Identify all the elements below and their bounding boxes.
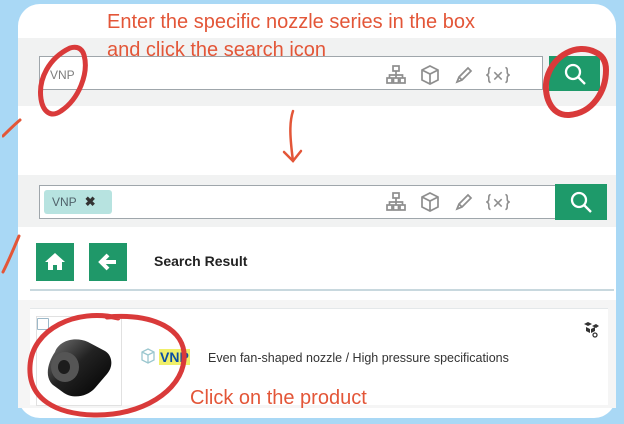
header-divider: [30, 289, 614, 291]
instruction-click-product: Click on the product: [190, 387, 367, 409]
hierarchy-icon[interactable]: [384, 63, 408, 87]
value-callout-circle: [38, 44, 88, 117]
instruction-search-line1: Enter the specific nozzle series in the …: [107, 11, 475, 33]
home-icon: [45, 253, 65, 270]
pencil-icon[interactable]: [452, 63, 476, 87]
down-arrow: [282, 109, 303, 163]
cube-icon[interactable]: [418, 63, 442, 87]
arrow-left-icon: [98, 253, 116, 271]
top-toolbar: [384, 63, 510, 87]
lower-toolbar: [384, 190, 510, 214]
lower-search-button[interactable]: [555, 184, 607, 220]
search-icon: [570, 191, 592, 213]
search-tag-label: VNP: [52, 195, 77, 209]
variable-icon[interactable]: [486, 190, 510, 214]
hierarchy-icon[interactable]: [384, 190, 408, 214]
back-button[interactable]: [89, 243, 127, 281]
eye-icon[interactable]: [582, 320, 600, 343]
pencil-icon[interactable]: [452, 190, 476, 214]
tag-remove-icon[interactable]: ✖: [85, 194, 96, 210]
side-mark-bottom: [1, 234, 21, 274]
product-description[interactable]: Even fan-shaped nozzle / High pressure s…: [208, 351, 509, 365]
cube-icon[interactable]: [418, 190, 442, 214]
side-mark-top: [2, 118, 22, 138]
search-result-title: Search Result: [154, 253, 248, 269]
home-button[interactable]: [36, 243, 74, 281]
variable-icon[interactable]: [486, 63, 510, 87]
search-button-callout-circle: [543, 46, 610, 118]
product-callout-circle: [27, 313, 187, 418]
vnp-search-tag[interactable]: VNP ✖: [44, 190, 112, 214]
